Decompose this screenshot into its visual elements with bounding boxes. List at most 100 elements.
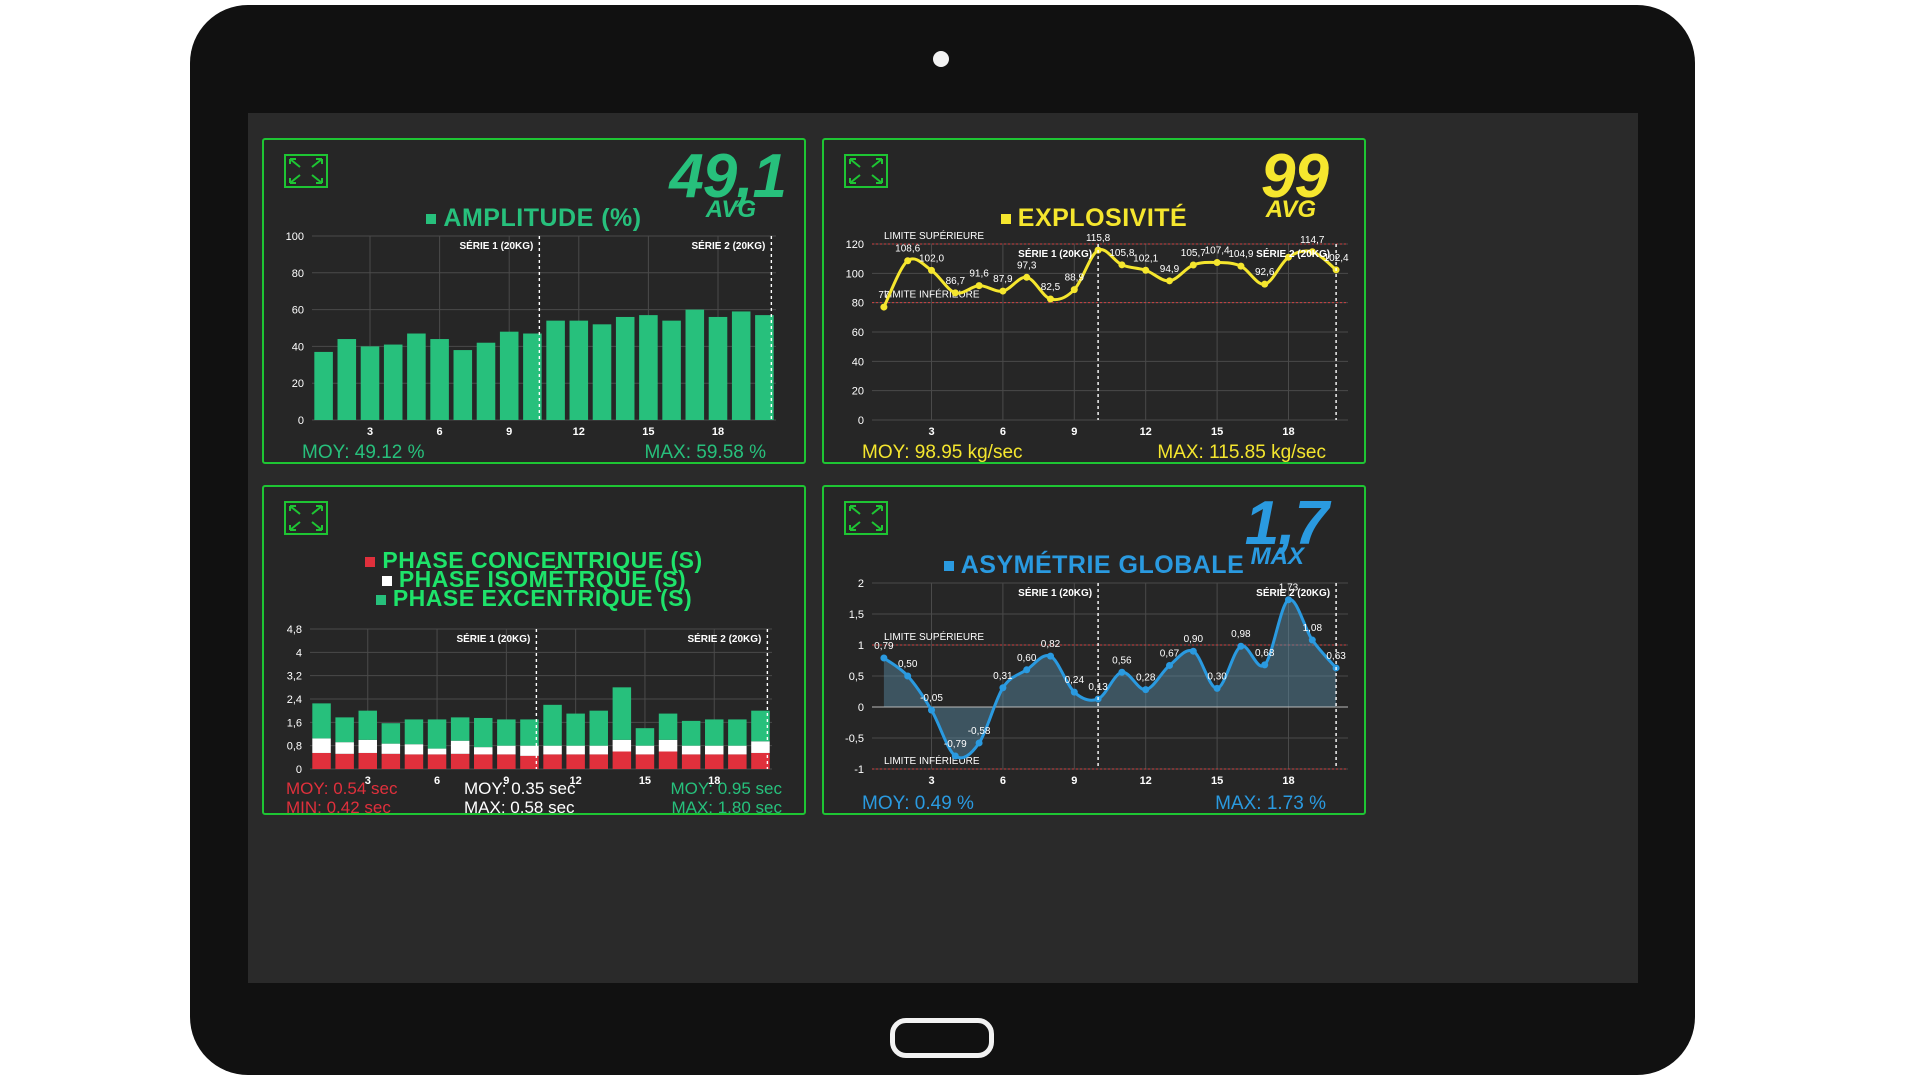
x-tick-label: 6 xyxy=(434,775,440,787)
bar-segment xyxy=(543,704,562,746)
y-tick-label: 0 xyxy=(298,415,304,427)
bar-segment xyxy=(589,754,608,769)
data-point xyxy=(999,287,1007,295)
y-tick-label: -0,5 xyxy=(845,733,864,745)
data-label: 104,9 xyxy=(1228,249,1253,260)
y-tick-label: 80 xyxy=(852,298,864,310)
data-label: 92,6 xyxy=(1255,267,1275,278)
data-label: 0,67 xyxy=(1160,648,1180,659)
isometrique-max: MAX: 0.58 sec xyxy=(464,798,575,815)
explosivite-moy: MOY: 98.95 kg/sec xyxy=(862,442,1023,463)
bar xyxy=(430,339,449,420)
explosivite-chart: 0 20 40 60 80 100 120 3 6 9 12 15 18 LIMITE SUPÉRIEUR… xyxy=(846,229,1349,438)
x-tick-label: 15 xyxy=(1211,426,1223,438)
bar xyxy=(360,346,380,420)
x-tick-label: 18 xyxy=(1282,426,1294,438)
limit-label: LIMITE SUPÉRIEURE xyxy=(884,630,984,643)
bar-segment xyxy=(450,753,470,769)
data-label: 88,9 xyxy=(1065,273,1085,284)
data-label: 0,79 xyxy=(874,641,894,652)
x-tick-label: 6 xyxy=(437,426,443,438)
bar-segment xyxy=(566,754,585,769)
serie-marker-label: SÉRIE 1 (20KG) xyxy=(456,632,530,645)
excentrique-max: MAX: 1.80 sec xyxy=(671,798,782,815)
y-tick-label: 4 xyxy=(296,647,302,659)
bar-segment xyxy=(312,752,331,769)
bar xyxy=(546,320,565,420)
bar-segment xyxy=(381,723,401,744)
serie-marker-label: SÉRIE 2 (20KG) xyxy=(687,632,761,645)
data-point xyxy=(904,257,912,265)
y-tick-label: 40 xyxy=(292,341,304,353)
bar-segment xyxy=(312,738,331,753)
data-label: 0,30 xyxy=(1207,671,1227,682)
y-tick-label: 20 xyxy=(292,378,304,390)
bar-segment xyxy=(728,745,747,755)
tablet-frame: 49,1 AVG AMPLITUDE (%) 0 20 40 60 80 100 3 6 9 12… xyxy=(190,5,1695,1075)
x-tick-label: 18 xyxy=(1282,775,1294,787)
data-label: 0,31 xyxy=(993,671,1013,682)
bar-segment xyxy=(589,745,608,755)
y-tick-label: 0,8 xyxy=(287,741,302,753)
bar-segment xyxy=(612,687,632,740)
bar-segment xyxy=(705,745,724,755)
data-label: 0,68 xyxy=(1255,648,1275,659)
serie-marker-label: SÉRIE 2 (20KG) xyxy=(1256,586,1330,599)
data-point xyxy=(1213,258,1221,266)
bar-segment xyxy=(335,717,354,743)
bar-segment xyxy=(335,753,354,769)
amplitude-max: MAX: 59.58 % xyxy=(644,442,766,463)
data-point xyxy=(1237,262,1245,270)
x-tick-label: 18 xyxy=(712,426,724,438)
bar xyxy=(639,315,658,420)
bar-segment xyxy=(681,745,701,755)
asymetrie-moy: MOY: 0.49 % xyxy=(862,793,974,814)
y-tick-label: 4,8 xyxy=(287,624,302,636)
bar-segment xyxy=(635,754,655,769)
bar xyxy=(453,350,473,420)
data-label: 102,1 xyxy=(1133,253,1158,264)
y-tick-label: 2,4 xyxy=(287,694,302,706)
data-point xyxy=(1213,684,1221,692)
x-tick-label: 9 xyxy=(1071,775,1077,787)
bar xyxy=(337,339,357,420)
data-point xyxy=(1118,668,1126,676)
bar-segment xyxy=(566,713,585,746)
data-point xyxy=(975,739,983,747)
x-tick-label: 9 xyxy=(506,426,512,438)
amplitude-panel: 49,1 AVG AMPLITUDE (%) 0 20 40 60 80 100 3 6 9 12… xyxy=(262,138,806,464)
y-tick-label: 60 xyxy=(852,327,864,339)
bar-segment xyxy=(450,740,470,754)
excentrique-moy: MOY: 0.95 sec xyxy=(670,779,783,798)
data-label: 91,6 xyxy=(969,269,989,280)
bar-segment xyxy=(658,713,678,740)
bar xyxy=(569,320,589,420)
data-label: 107,4 xyxy=(1205,245,1230,256)
x-tick-label: 15 xyxy=(1211,775,1223,787)
amplitude-chart: 0 20 40 60 80 100 3 6 9 12 15 18 SÉRIE 1 (20KG) SÉRIE… xyxy=(286,231,776,438)
data-label: 0,90 xyxy=(1184,634,1204,645)
data-point xyxy=(1023,666,1031,674)
data-label: 97,3 xyxy=(1017,260,1037,271)
home-button[interactable] xyxy=(890,1018,994,1058)
bar-segment xyxy=(474,747,493,755)
x-tick-label: 6 xyxy=(1000,426,1006,438)
y-tick-label: 1,5 xyxy=(849,609,864,621)
camera-icon xyxy=(933,51,949,67)
x-tick-label: 12 xyxy=(1140,426,1152,438)
asymetrie-max: MAX: 1.73 % xyxy=(1215,793,1326,814)
y-tick-label: 120 xyxy=(846,239,864,251)
bar xyxy=(476,342,496,420)
bar-segment xyxy=(728,754,747,769)
x-tick-label: 15 xyxy=(639,775,651,787)
data-label: 0,50 xyxy=(898,659,918,670)
x-tick-label: 9 xyxy=(1071,426,1077,438)
x-tick-label: 15 xyxy=(642,426,654,438)
x-tick-label: 6 xyxy=(1000,775,1006,787)
data-label: 0,98 xyxy=(1231,629,1251,640)
bar-segment xyxy=(658,739,678,752)
bar-segment xyxy=(474,754,493,769)
data-point xyxy=(1070,688,1078,696)
data-point xyxy=(880,654,888,662)
x-tick-label: 12 xyxy=(1140,775,1152,787)
